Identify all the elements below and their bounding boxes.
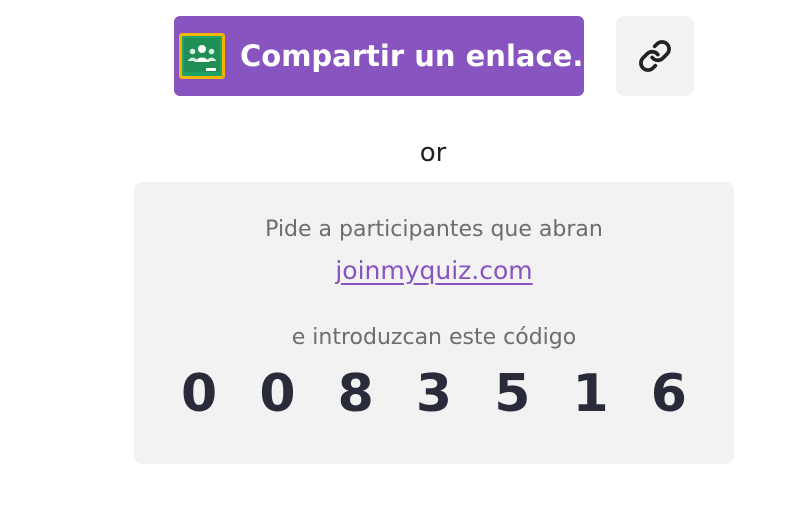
join-code: 0 0 8 3 5 1 6 — [181, 364, 699, 424]
copy-link-button[interactable] — [616, 16, 694, 96]
link-icon — [639, 40, 671, 72]
or-separator: or — [419, 138, 447, 168]
join-instruction-bottom: e introduzcan este código — [291, 325, 577, 350]
join-instruction-top: Pide a participantes que abran — [265, 217, 603, 242]
share-button-label: Compartir un enlace... — [240, 39, 606, 73]
share-panel: Compartir un enlace... or Pide a partici… — [0, 0, 806, 512]
join-site-link[interactable]: joinmyquiz.com — [134, 256, 734, 285]
join-code-panel: Pide a participantes que abran joinmyqui… — [134, 182, 734, 464]
google-classroom-icon — [179, 33, 225, 79]
share-classroom-button[interactable]: Compartir un enlace... — [174, 16, 605, 96]
